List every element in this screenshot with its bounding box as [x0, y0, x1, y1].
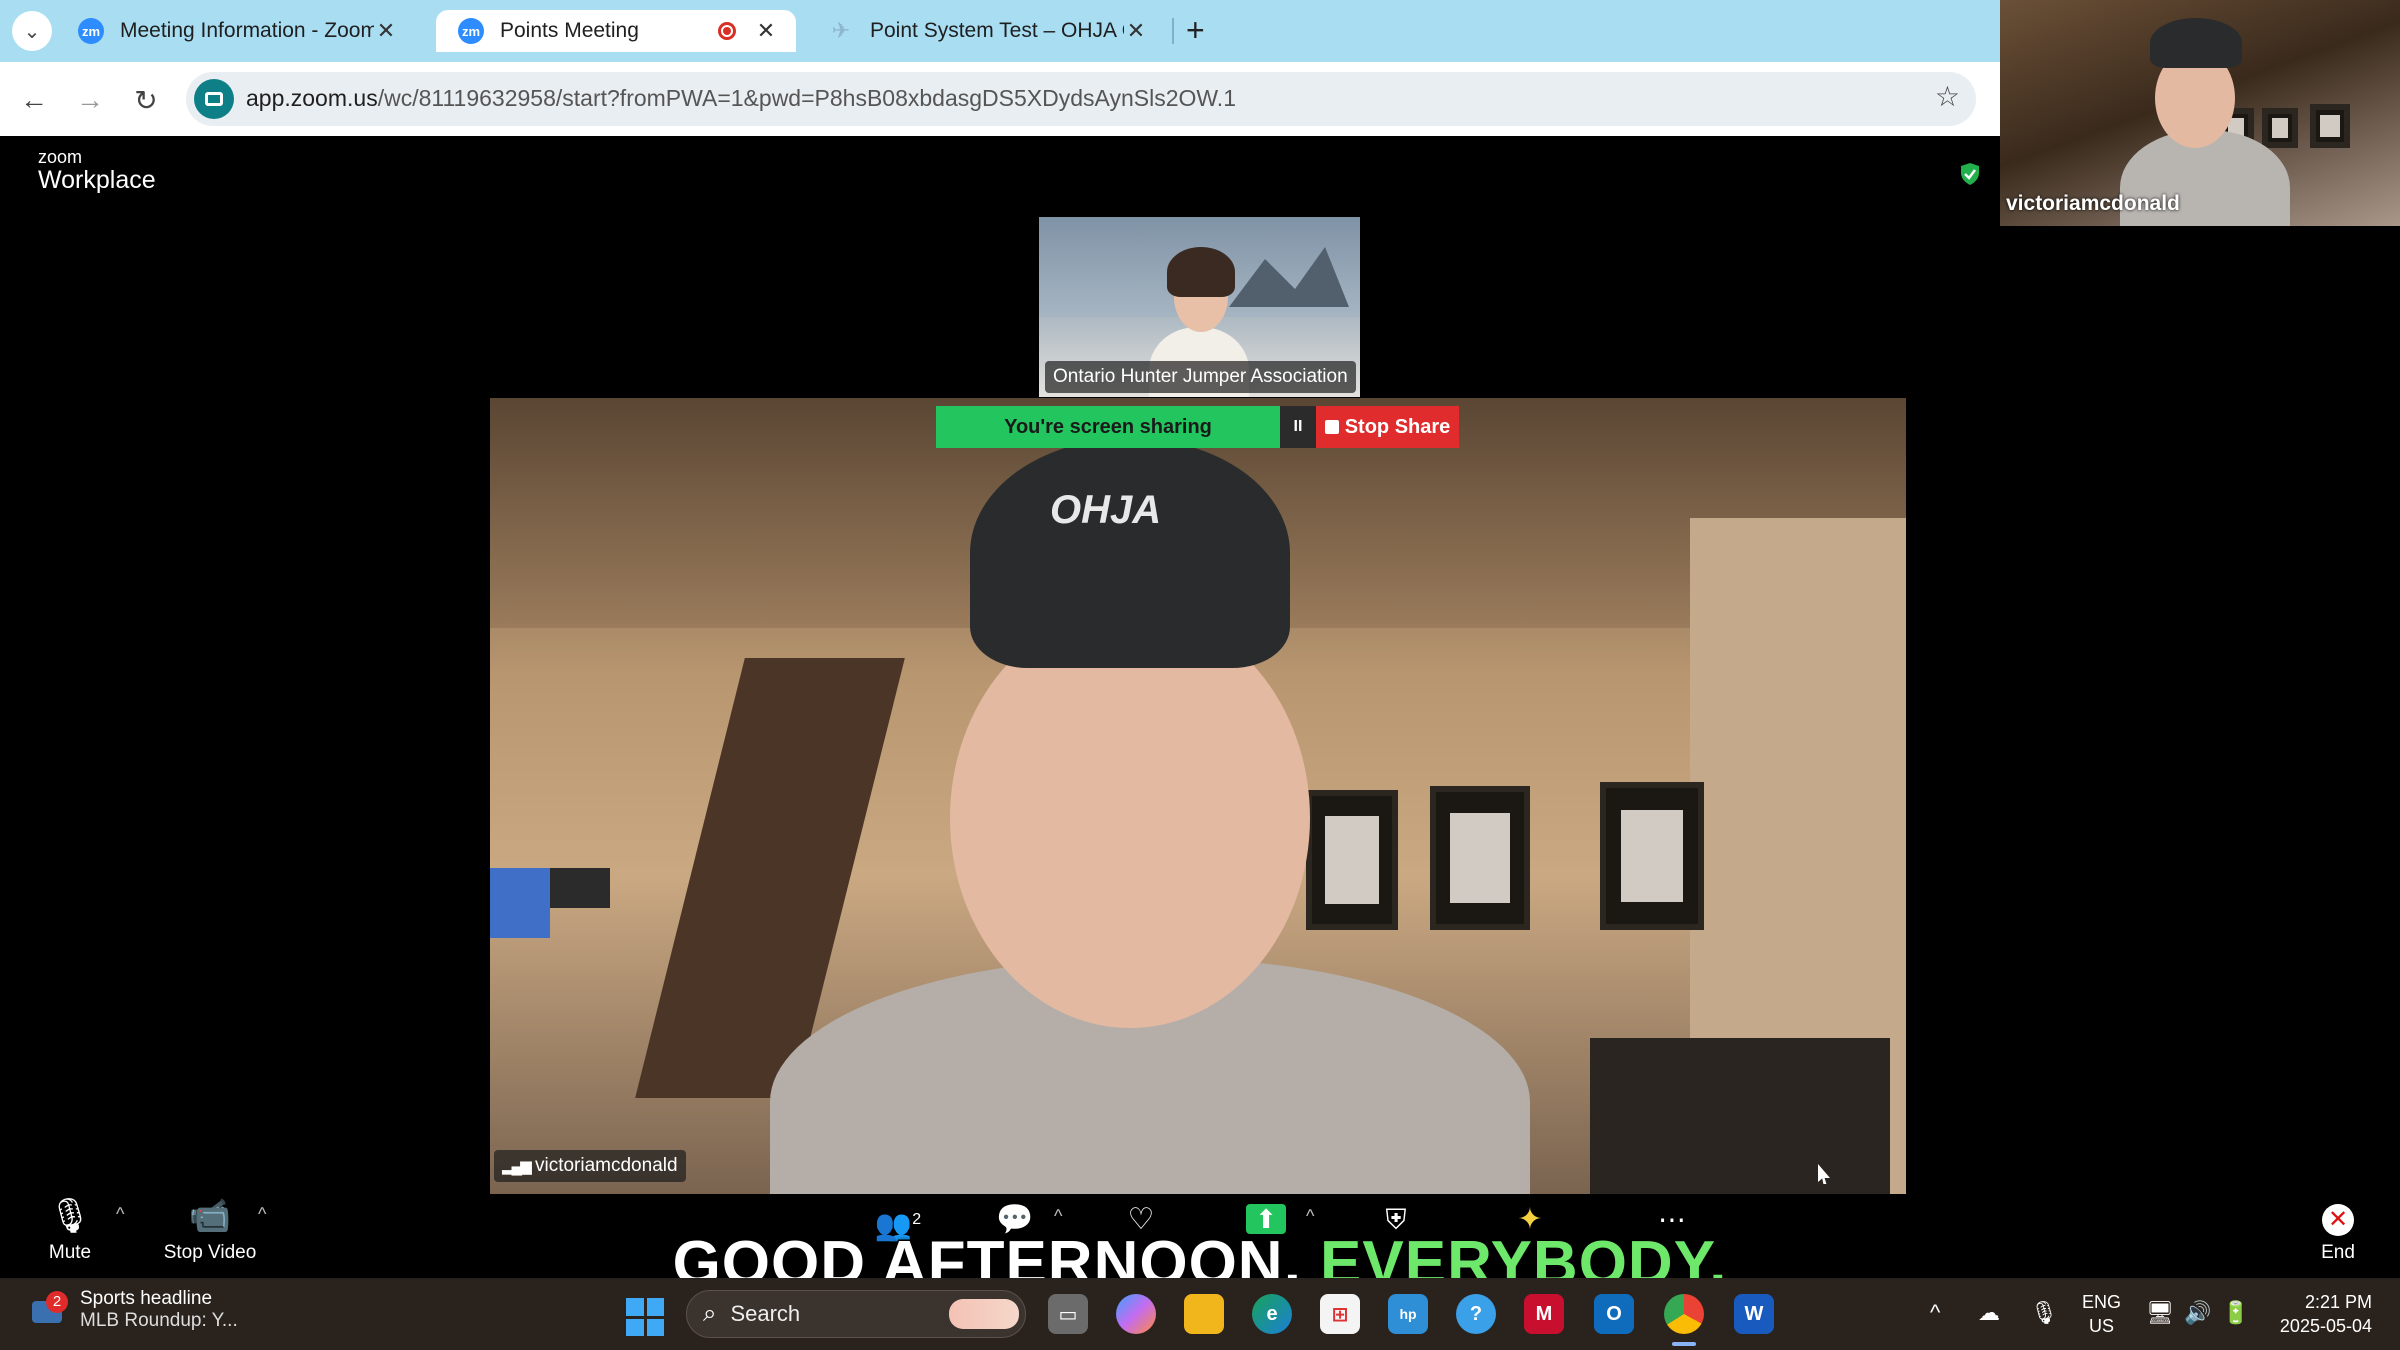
pause-share-button[interactable]: II: [1280, 406, 1316, 448]
language-indicator[interactable]: ENG US: [2082, 1290, 2121, 1338]
chat-options-caret-icon[interactable]: ^: [1054, 1206, 1062, 1227]
tab-separator: [1172, 18, 1174, 44]
cap-logo-text: OHJA: [1050, 488, 1162, 532]
chrome-browser-icon[interactable]: [1664, 1294, 1704, 1334]
copilot-icon[interactable]: [1116, 1294, 1156, 1334]
bookmark-star-icon[interactable]: ☆: [1935, 80, 1960, 113]
windows-start-icon[interactable]: [626, 1298, 664, 1336]
screen-sharing-bar: You're screen sharing II Stop Share: [936, 406, 1459, 448]
forward-arrow-icon[interactable]: →: [70, 80, 110, 120]
windows-taskbar: 2 Sports headline MLB Roundup: Y... ⌕ Se…: [0, 1278, 2400, 1350]
file-explorer-icon[interactable]: [1184, 1294, 1224, 1334]
close-icon[interactable]: ✕: [374, 18, 398, 44]
news-subtitle: MLB Roundup: Y...: [80, 1310, 238, 1331]
tab-label: Point System Test – OHJA Ontar: [870, 19, 1124, 42]
reload-icon[interactable]: ↻: [126, 80, 166, 120]
new-tab-plus-icon[interactable]: +: [1186, 12, 1205, 49]
logo-small-text: zoom: [38, 147, 83, 167]
video-options-caret-icon[interactable]: ^: [258, 1204, 266, 1225]
news-tv-icon: 2: [28, 1291, 68, 1329]
edge-browser-icon[interactable]: e: [1252, 1294, 1292, 1334]
participants-count: 2: [912, 1211, 922, 1228]
hp-app-icon[interactable]: hp: [1388, 1294, 1428, 1334]
word-icon[interactable]: W: [1734, 1294, 1774, 1334]
url-host: app.zoom.us: [246, 85, 378, 111]
url-text[interactable]: app.zoom.us/wc/81119632958/start?fromPWA…: [246, 85, 1236, 112]
url-path: /wc/81119632958/start?fromPWA=1&pwd=P8hs…: [377, 85, 1236, 111]
tab-meeting-information[interactable]: zm Meeting Information - Zoom ✕: [56, 10, 416, 52]
search-highlight-art: [949, 1299, 1019, 1329]
search-placeholder: Search: [730, 1301, 801, 1326]
tray-overflow-chevron-icon[interactable]: ^: [1930, 1300, 1940, 1326]
stop-share-label: Stop Share: [1344, 415, 1451, 438]
system-clock[interactable]: 2:21 PM 2025-05-04: [2272, 1290, 2372, 1338]
logo-big-text: Workplace: [38, 166, 156, 194]
tab-label: Meeting Information - Zoom: [120, 19, 374, 42]
zoom-favicon-icon: zm: [78, 18, 104, 44]
encryption-shield-icon[interactable]: [1959, 162, 1981, 186]
news-title: Sports headline: [80, 1288, 213, 1309]
volume-icon[interactable]: 🔊: [2184, 1300, 2211, 1326]
network-icon[interactable]: 🖥: [2146, 1300, 2174, 1326]
mcafee-icon[interactable]: M: [1524, 1294, 1564, 1334]
self-video-tile[interactable]: victoriamcdonald: [2000, 0, 2400, 226]
signal-bars-icon: ▂▄▆: [502, 1158, 532, 1175]
browser-tab-strip: ⌄ zm Meeting Information - Zoom ✕ zm Poi…: [0, 0, 2000, 62]
language-code: ENG: [2082, 1292, 2122, 1312]
participant-name-label: Ontario Hunter Jumper Association: [1045, 361, 1356, 393]
speaker-name-label: ▂▄▆ victoriamcdonald: [494, 1150, 686, 1182]
microsoft-store-icon[interactable]: ⊞: [1320, 1294, 1360, 1334]
close-icon[interactable]: ✕: [754, 18, 778, 44]
tab-points-meeting[interactable]: zm Points Meeting ✕: [436, 10, 796, 52]
zoom-workplace-logo: zoom Workplace: [38, 148, 156, 193]
tab-label: Points Meeting: [500, 19, 639, 42]
tab-search-chevron-icon[interactable]: ⌄: [12, 11, 52, 51]
close-icon[interactable]: ✕: [1124, 18, 1148, 44]
stop-square-icon: [1324, 420, 1339, 434]
clock-date: 2025-05-04: [2279, 1316, 2372, 1336]
battery-icon[interactable]: 🔋: [2222, 1300, 2249, 1326]
site-info-icon[interactable]: [194, 79, 234, 119]
back-arrow-icon[interactable]: ←: [14, 80, 54, 120]
support-assistant-icon[interactable]: ?: [1456, 1294, 1496, 1334]
news-badge: 2: [46, 1291, 68, 1313]
taskbar-search-box[interactable]: ⌕ Search: [686, 1290, 1026, 1338]
speaker-name-text: victoriamcdonald: [534, 1155, 678, 1176]
onedrive-cloud-icon[interactable]: ☁: [1978, 1300, 2000, 1326]
share-options-caret-icon[interactable]: ^: [1306, 1206, 1314, 1227]
plane-icon: ✈: [831, 18, 851, 43]
microphone-tray-icon[interactable]: 🎙: [2030, 1300, 2058, 1326]
participant-video-tile[interactable]: Ontario Hunter Jumper Association: [1039, 217, 1360, 397]
browser-toolbar: ← → ↻ app.zoom.us/wc/81119632958/start?f…: [0, 62, 2000, 136]
audio-options-caret-icon[interactable]: ^: [116, 1204, 124, 1225]
news-widget[interactable]: 2 Sports headline MLB Roundup: Y...: [28, 1288, 238, 1332]
chrome-active-indicator: [1672, 1342, 1696, 1346]
self-name-label: victoriamcdonald: [2006, 192, 2180, 215]
outlook-icon[interactable]: O: [1594, 1294, 1634, 1334]
tab-point-system-test[interactable]: ✈ Point System Test – OHJA Ontar ✕: [806, 10, 1166, 52]
active-speaker-video[interactable]: OHJA ▂▄▆ victoriamcdonald: [490, 398, 1906, 1194]
zoom-favicon-icon: zm: [458, 18, 484, 44]
recording-indicator-icon: [718, 22, 736, 40]
task-view-icon[interactable]: ▭: [1048, 1294, 1088, 1334]
stop-share-button[interactable]: Stop Share: [1316, 406, 1459, 448]
clock-time: 2:21 PM: [2304, 1292, 2372, 1312]
search-icon: ⌕: [703, 1300, 717, 1327]
share-status-label: You're screen sharing: [936, 406, 1280, 448]
address-bar[interactable]: app.zoom.us/wc/81119632958/start?fromPWA…: [186, 72, 1976, 126]
region-code: US: [2089, 1316, 2115, 1336]
